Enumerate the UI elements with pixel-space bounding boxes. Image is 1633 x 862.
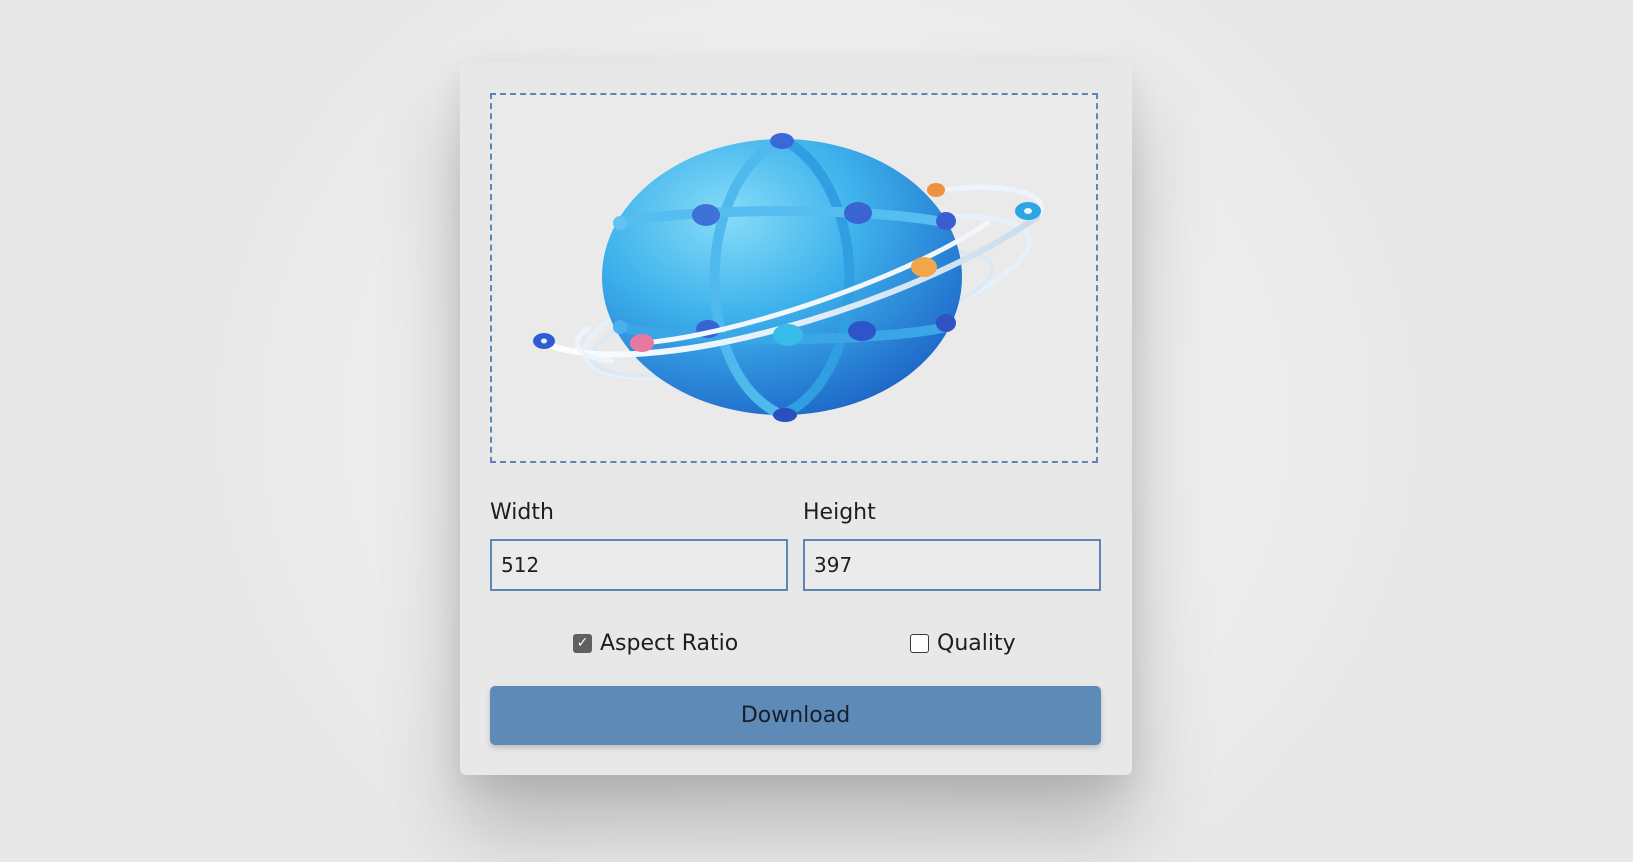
image-preview-area[interactable]	[490, 93, 1098, 463]
image-resizer-card: Width Height ✓ Aspect Ratio Quality Down…	[460, 63, 1132, 775]
download-button-label: Download	[740, 703, 851, 728]
width-input[interactable]	[490, 539, 788, 591]
globe-with-orbit-rings-icon	[533, 133, 1044, 422]
download-button[interactable]: Download	[490, 686, 1101, 745]
quality-label: Quality	[937, 630, 1016, 656]
height-input[interactable]	[803, 539, 1101, 591]
aspect-ratio-checkbox[interactable]: ✓	[573, 633, 592, 653]
quality-checkbox[interactable]	[910, 633, 929, 653]
quality-option[interactable]: Quality	[910, 627, 1016, 659]
aspect-ratio-option[interactable]: ✓ Aspect Ratio	[573, 627, 738, 659]
width-label: Width	[490, 500, 554, 525]
height-label: Height	[803, 500, 876, 525]
aspect-ratio-label: Aspect Ratio	[600, 630, 739, 656]
